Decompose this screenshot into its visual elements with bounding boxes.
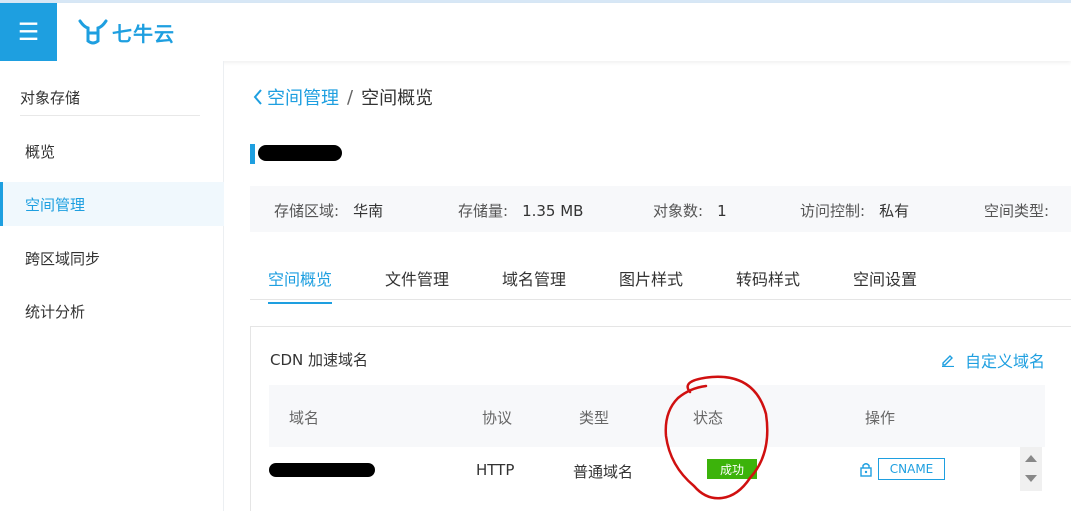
sidebar: 对象存储 概览 空间管理 跨区域同步 统计分析 [0,61,224,511]
status-badge: 成功 [707,459,757,479]
info-access: 访问控制: 私有 [800,200,909,221]
bucket-tabs: 空间概览 文件管理 域名管理 图片样式 转码样式 空间设置 [250,258,1071,304]
cdn-domain-card: CDN 加速域名 自定义域名 域名 协议 类型 状态 操作 HTTP 普通域名 … [250,326,1071,511]
sidebar-header: 对象存储 [20,89,81,107]
breadcrumb-parent: 空间管理 [267,88,339,109]
column-header-protocol: 协议 [482,409,513,427]
info-type: 空间类型: [984,200,1049,221]
redacted-domain-name [269,463,375,477]
row-protocol: HTTP [476,461,515,479]
info-region: 存储区域: 华南 [274,200,383,221]
pencil-icon [942,355,954,367]
cdn-card-title: CDN 加速域名 [270,351,369,369]
sidebar-item-bucket-management[interactable]: 空间管理 [0,182,224,226]
sidebar-item-label: 统计分析 [25,302,86,321]
cdn-table-header: 域名 协议 类型 状态 操作 [269,385,1045,447]
info-storage-value: 1.35 MB [522,202,584,220]
breadcrumb-back-link[interactable]: 空间管理 [253,84,339,110]
custom-domain-link[interactable]: 自定义域名 [941,348,1045,372]
cname-button[interactable]: CNAME [878,458,945,480]
info-region-label: 存储区域: [274,202,340,220]
tab-label: 域名管理 [502,270,567,289]
lock-icon[interactable] [859,461,873,477]
tab-label: 空间设置 [853,270,918,289]
tab-label: 转码样式 [736,270,801,289]
info-objects-label: 对象数: [653,202,704,220]
info-storage-label: 存储量: [458,202,509,220]
hamburger-icon: ☰ [17,18,40,46]
info-storage: 存储量: 1.35 MB [458,200,583,221]
custom-domain-label: 自定义域名 [965,352,1046,371]
sidebar-item-statistics[interactable]: 统计分析 [0,289,224,333]
tab-transcode-styles[interactable]: 转码样式 [736,266,800,302]
bucket-title-accent [250,144,255,164]
row-type: 普通域名 [573,463,634,481]
info-access-label: 访问控制: [800,202,866,220]
scroll-down-arrow[interactable] [1025,475,1037,482]
redacted-bucket-name [258,145,342,161]
info-objects-value: 1 [717,202,727,220]
sidebar-item-overview[interactable]: 概览 [0,129,224,173]
info-type-label: 空间类型: [984,202,1050,220]
scroll-up-arrow[interactable] [1025,455,1037,462]
breadcrumb-current: 空间概览 [361,88,434,109]
info-region-value: 华南 [353,202,384,220]
sidebar-divider [20,115,200,116]
tab-bucket-settings[interactable]: 空间设置 [853,266,917,302]
tab-label: 文件管理 [385,270,450,289]
column-header-actions: 操作 [865,409,896,427]
info-objects: 对象数: 1 [653,200,727,221]
tab-bucket-overview[interactable]: 空间概览 [268,266,333,304]
menu-button[interactable]: ☰ [0,3,57,61]
bucket-info-strip: 存储区域: 华南 存储量: 1.35 MB 对象数: 1 访问控制: 私有 空间类型: [250,186,1071,232]
tab-image-styles[interactable]: 图片样式 [619,266,683,302]
column-header-status: 状态 [693,409,724,427]
chevron-left-icon [253,89,262,105]
sidebar-item-label: 空间管理 [25,195,86,214]
tab-file-management[interactable]: 文件管理 [385,266,449,302]
logo[interactable]: 七牛云 [78,18,175,46]
tab-label: 空间概览 [268,270,333,289]
brand-name: 七牛云 [112,21,175,46]
bull-logo-icon [78,19,108,45]
breadcrumb-separator: / [347,86,354,108]
table-scrollbar[interactable] [1020,447,1042,491]
top-bar: ☰ 七牛云 [0,3,1071,61]
info-access-value: 私有 [879,202,910,220]
sidebar-item-label: 概览 [25,142,56,161]
table-row: HTTP 普通域名 成功 CNAME [269,447,1045,497]
tab-label: 图片样式 [619,270,684,289]
column-header-type: 类型 [579,409,610,427]
sidebar-item-cross-region-sync[interactable]: 跨区域同步 [0,236,224,280]
column-header-domain: 域名 [289,409,320,427]
tab-domain-management[interactable]: 域名管理 [502,266,566,302]
sidebar-item-label: 跨区域同步 [25,249,101,268]
breadcrumb: 空间管理 / 空间概览 [253,84,433,110]
